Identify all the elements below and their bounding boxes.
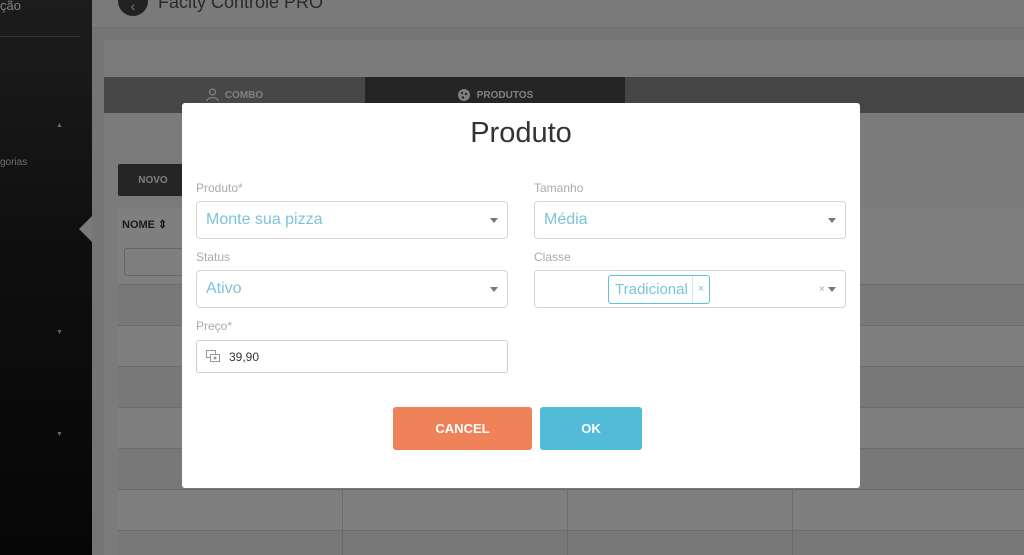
tamanho-select[interactable]: Média (534, 201, 846, 239)
caret-down-icon (828, 287, 836, 292)
produto-select[interactable]: Monte sua pizza (196, 201, 508, 239)
tag-label: Tradicional (615, 281, 688, 298)
produto-value: Monte sua pizza (206, 211, 323, 228)
status-value: Ativo (206, 280, 242, 297)
caret-down-icon (490, 218, 498, 223)
classe-label: Classe (534, 250, 571, 264)
status-label: Status (196, 250, 231, 264)
preco-input[interactable]: 39,90 (196, 340, 508, 373)
produto-modal: Produto Produto* Monte sua pizza Tamanho… (182, 103, 860, 488)
classe-multiselect[interactable]: Tradicional × × (534, 270, 846, 308)
cancel-button[interactable]: CANCEL (393, 407, 532, 450)
tag-remove-icon[interactable]: × (691, 276, 709, 303)
tamanho-value: Média (544, 211, 588, 228)
preco-label: Preço* (196, 319, 233, 333)
money-icon (206, 350, 220, 362)
clear-icon[interactable]: × (819, 284, 825, 295)
caret-down-icon (490, 287, 498, 292)
tamanho-label: Tamanho (534, 181, 584, 195)
status-select[interactable]: Ativo (196, 270, 508, 308)
classe-tag-tradicional: Tradicional × (608, 275, 711, 304)
produto-label: Produto* (196, 181, 243, 195)
ok-button[interactable]: OK (540, 407, 642, 450)
caret-down-icon (828, 218, 836, 223)
modal-title: Produto (470, 117, 572, 149)
preco-value: 39,90 (229, 350, 260, 364)
